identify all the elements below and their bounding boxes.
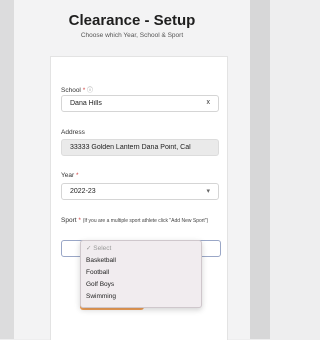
page-title: Clearance - Setup bbox=[68, 12, 196, 29]
left-edge bbox=[0, 0, 14, 339]
address-field: 33333 Golden Lantern Dana Point, Cal bbox=[61, 139, 219, 156]
year-label-row: Year * bbox=[61, 172, 78, 179]
page-subtitle: Choose which Year, School & Sport bbox=[80, 32, 184, 39]
address-label: Address bbox=[61, 129, 85, 136]
year-required-mark: * bbox=[75, 172, 79, 179]
school-label: School bbox=[61, 87, 81, 94]
year-label: Year bbox=[61, 172, 75, 179]
address-value: 33333 Golden Lantern Dana Point, Cal bbox=[70, 144, 191, 151]
chevron-down-icon: ▾ bbox=[206, 188, 210, 195]
question-circle-icon[interactable]: ⓘ bbox=[87, 88, 93, 94]
sport-option-golf-boys[interactable]: Golf Boys bbox=[86, 281, 114, 288]
setup-page: Clearance - Setup Choose which Year, Sch… bbox=[14, 0, 250, 340]
sport-label-row: Sport * (If you are a multiple sport ath… bbox=[61, 216, 221, 226]
year-value: 2022-23 bbox=[70, 188, 96, 195]
sport-label: Sport bbox=[61, 217, 77, 224]
sport-option-basketball[interactable]: Basketball bbox=[86, 257, 116, 264]
school-select[interactable]: Dana Hills x bbox=[61, 95, 219, 112]
clear-school-icon[interactable]: x bbox=[207, 99, 211, 106]
year-select[interactable]: 2022-23 ▾ bbox=[61, 183, 219, 200]
sport-option-placeholder: ✓ Select bbox=[86, 245, 112, 252]
sport-option-football[interactable]: Football bbox=[86, 269, 109, 276]
school-value: Dana Hills bbox=[70, 100, 102, 107]
school-label-row: School * ⓘ bbox=[61, 85, 93, 94]
sport-dropdown-menu: ✓ Select Basketball Football Golf Boys S… bbox=[80, 240, 202, 308]
sport-note: (If you are a multiple sport athlete cli… bbox=[82, 218, 209, 224]
sport-option-swimming[interactable]: Swimming bbox=[86, 293, 116, 300]
school-required-mark: * bbox=[82, 87, 86, 94]
right-edge bbox=[250, 0, 270, 339]
sport-required-mark: * bbox=[78, 217, 81, 224]
